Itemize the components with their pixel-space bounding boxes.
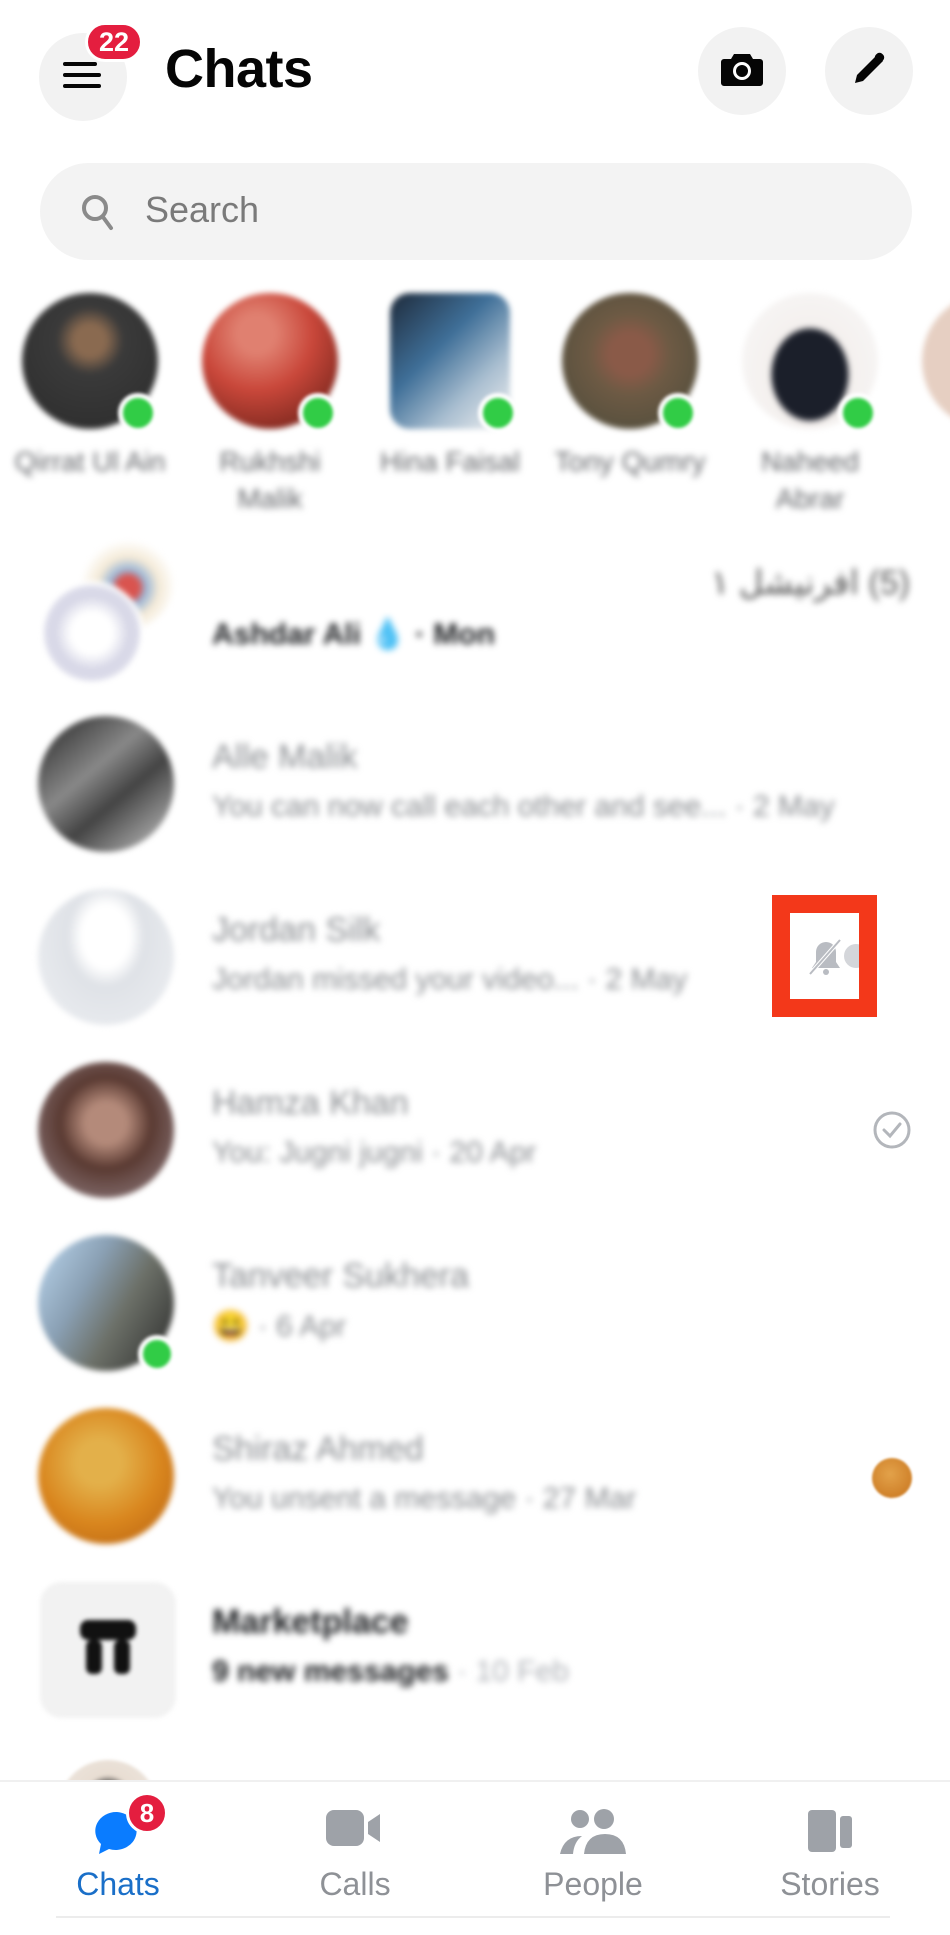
video-camera-icon <box>326 1808 384 1853</box>
chats-tab-badge: 8 <box>126 1792 168 1834</box>
sent-check-icon <box>871 1109 913 1156</box>
chat-preview: You unsent a message · 27 Mar <box>212 1482 637 1515</box>
pencil-edit-icon <box>851 51 887 92</box>
online-indicator <box>658 393 698 433</box>
search-icon <box>80 193 116 238</box>
seen-avatar-icon <box>872 1458 912 1498</box>
bottom-navigation: 8 Chats Calls People Stories <box>0 1780 950 1935</box>
search-input[interactable]: Search <box>40 163 912 260</box>
chat-preview: 9 new messages · 10 Feb <box>212 1655 569 1689</box>
chat-row[interactable]: Shiraz Ahmed You unsent a message · 27 M… <box>0 1390 950 1563</box>
tab-label: Calls <box>319 1866 391 1902</box>
story-name: Naheed Abrar <box>760 446 860 514</box>
chat-name: Hamza Khan <box>212 1084 409 1122</box>
chat-avatar <box>38 716 174 852</box>
story-name: Al... <box>905 443 950 480</box>
chat-preview: You: Jugni jugni · 20 Apr <box>212 1136 537 1169</box>
online-indicator <box>478 393 518 433</box>
chat-time: · 10 Feb <box>457 1655 569 1688</box>
tab-label: People <box>543 1866 643 1902</box>
search-placeholder: Search <box>145 189 260 230</box>
chat-avatar <box>38 1062 174 1198</box>
chat-preview: Jordan missed your video... · 2 May <box>212 963 688 996</box>
camera-icon <box>720 50 764 93</box>
hamburger-menu-icon <box>63 60 103 95</box>
chat-preview: You can now call each other and see... ·… <box>212 790 835 823</box>
chat-name: Shiraz Ahmed <box>212 1430 424 1468</box>
highlight-annotation-box <box>772 895 877 1017</box>
marketplace-avatar <box>40 1582 176 1718</box>
compose-button[interactable] <box>825 27 913 115</box>
online-indicator <box>138 1335 176 1373</box>
people-icon <box>560 1808 626 1861</box>
online-indicator <box>118 393 158 433</box>
chat-preview: Ashdar Ali 💧 · Mon <box>212 618 495 651</box>
chat-row[interactable]: Tanveer Sukhera 😀 · 6 Apr <box>0 1217 950 1390</box>
stories-icon <box>806 1808 854 1859</box>
online-indicator <box>838 393 878 433</box>
gesture-bar-divider <box>56 1916 890 1918</box>
chat-name: Tanveer Sukhera <box>212 1257 470 1295</box>
camera-button[interactable] <box>698 27 786 115</box>
chat-name: (5) افرنیشل ۱ <box>711 564 910 602</box>
chat-row[interactable]: Hamza Khan You: Jugni jugni · 20 Apr <box>0 1044 950 1217</box>
tab-people[interactable]: People <box>493 1782 693 1922</box>
tab-chats[interactable]: 8 Chats <box>18 1782 218 1922</box>
chat-row[interactable]: (5) افرنیشل ۱ Ashdar Ali 💧 · Mon <box>0 525 950 698</box>
chat-preview: 😀 · 6 Apr <box>212 1310 347 1343</box>
page-title: Chats <box>165 39 313 99</box>
story-name: Tony Qumry <box>554 446 706 477</box>
tab-label: Chats <box>76 1866 160 1902</box>
tab-label: Stories <box>780 1866 880 1902</box>
tab-calls[interactable]: Calls <box>255 1782 455 1922</box>
chat-row[interactable]: Marketplace 9 new messages · 10 Feb <box>0 1563 950 1736</box>
chat-row[interactable]: Alle Malik You can now call each other a… <box>0 698 950 871</box>
story-name: Hina Faisal <box>379 446 521 477</box>
chat-name: Jordan Silk <box>212 911 381 949</box>
story-name: Qirrat Ul Ain <box>14 446 166 477</box>
chat-name: Alle Malik <box>212 738 358 776</box>
chat-avatar <box>38 1408 174 1544</box>
story-avatar <box>922 293 950 429</box>
chat-name: Marketplace <box>212 1603 409 1641</box>
story-name: Rukhshi Malik <box>219 446 321 514</box>
marketplace-icon <box>78 1616 138 1685</box>
online-indicator <box>298 393 338 433</box>
chat-preview-text: 9 new messages <box>212 1655 449 1688</box>
menu-notification-badge: 22 <box>85 22 143 62</box>
chat-avatar <box>38 889 174 1025</box>
tab-stories[interactable]: Stories <box>730 1782 930 1922</box>
